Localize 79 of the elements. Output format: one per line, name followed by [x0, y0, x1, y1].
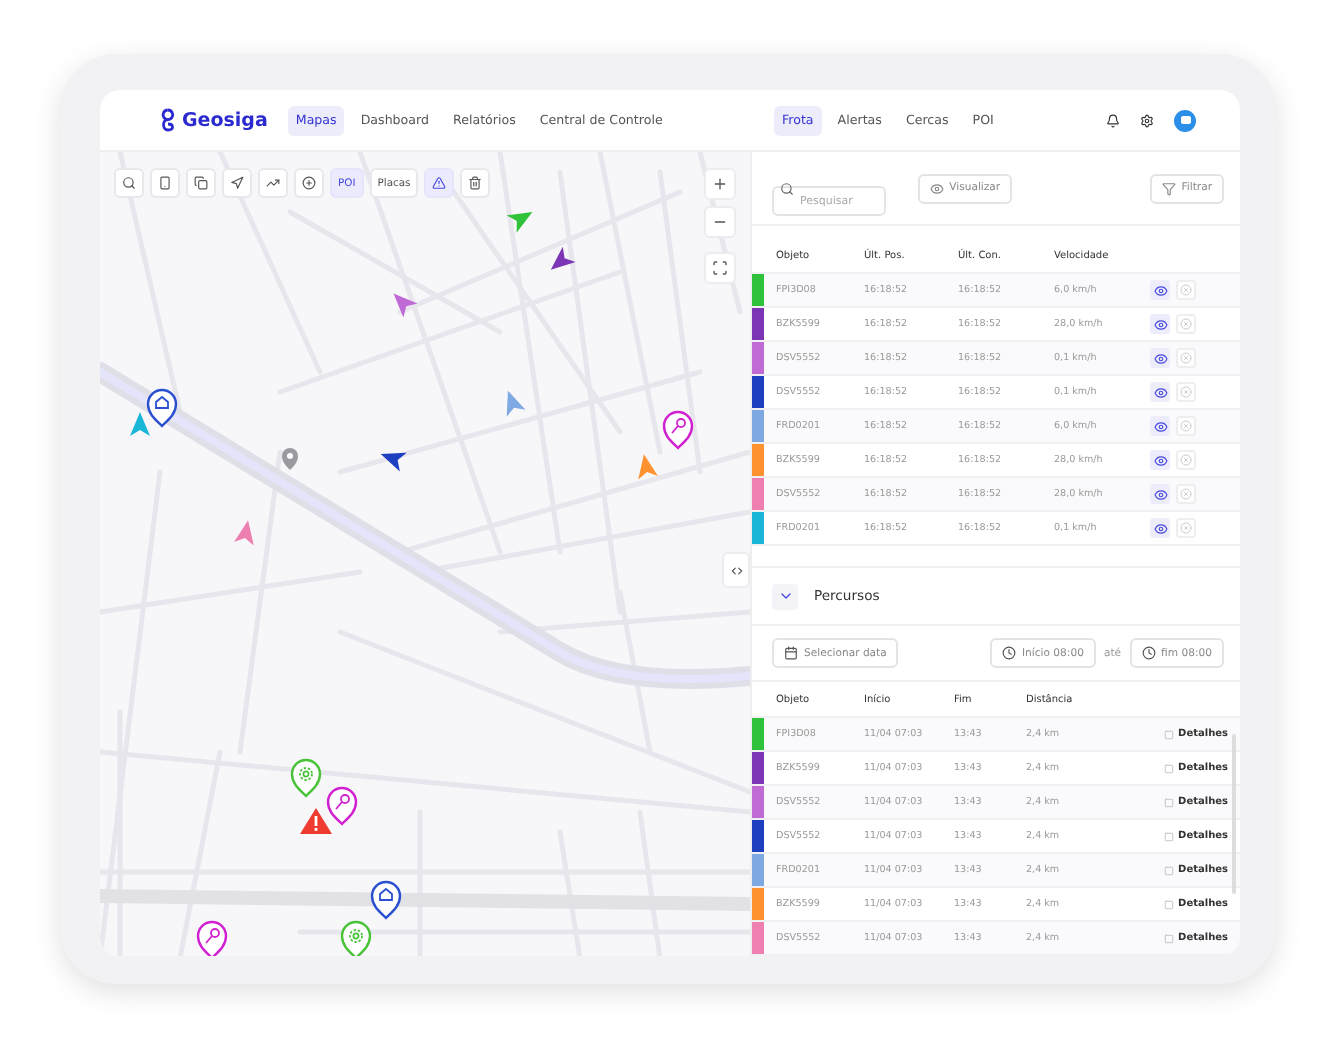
close-icon — [1180, 522, 1192, 534]
trash-icon — [468, 176, 483, 190]
zoom-in-button[interactable] — [704, 168, 736, 200]
eye-icon — [1153, 351, 1167, 365]
close-icon — [1180, 420, 1192, 432]
view-button[interactable] — [1150, 484, 1170, 504]
key-pin-icon[interactable] — [326, 786, 358, 826]
square-icon — [1164, 831, 1175, 841]
gear-pin-icon[interactable] — [290, 758, 322, 798]
plus-icon — [712, 176, 728, 192]
key-pin-icon[interactable] — [196, 920, 228, 956]
search-button[interactable] — [114, 168, 144, 198]
trend-icon — [266, 176, 280, 190]
close-icon — [1180, 284, 1192, 296]
navigation-icon — [230, 176, 244, 190]
settings-button[interactable] — [1140, 113, 1154, 127]
square-icon — [1164, 763, 1175, 773]
clock-icon — [1001, 646, 1016, 660]
search-icon — [780, 181, 794, 195]
close-icon — [1180, 386, 1192, 398]
fullscreen-icon — [712, 260, 728, 276]
trend-button[interactable] — [258, 168, 288, 198]
view-button[interactable] — [1150, 314, 1170, 334]
plus-circle-button[interactable] — [294, 168, 324, 198]
view-button[interactable] — [1150, 518, 1170, 538]
user-avatar[interactable] — [1174, 109, 1196, 131]
eye-icon — [1153, 385, 1167, 399]
close-icon — [1180, 454, 1192, 466]
square-icon — [1164, 729, 1175, 739]
scrollbar[interactable] — [1232, 734, 1236, 894]
clock-icon — [1141, 646, 1156, 660]
search-icon — [122, 176, 136, 190]
navigation-button[interactable] — [222, 168, 252, 198]
filter-icon — [1161, 181, 1176, 195]
square-icon — [1164, 933, 1175, 943]
close-icon — [1180, 318, 1192, 330]
location-pin-icon[interactable] — [282, 448, 298, 470]
brand-name: Geosiga — [182, 109, 268, 131]
view-button[interactable] — [1150, 280, 1170, 300]
square-icon — [1164, 797, 1175, 807]
eye-icon — [1153, 283, 1167, 297]
expand-toggle[interactable] — [772, 583, 798, 609]
fullscreen-button[interactable] — [704, 252, 736, 284]
settings-icon — [1140, 113, 1154, 127]
chevron-down-icon — [777, 588, 793, 604]
home-pin-icon[interactable] — [370, 880, 402, 920]
copy-button[interactable] — [186, 168, 216, 198]
square-icon — [1164, 865, 1175, 875]
vehicle-arrow-icon[interactable] — [550, 246, 576, 270]
eye-icon — [1153, 453, 1167, 467]
eye-icon — [1153, 317, 1167, 331]
key-pin-icon[interactable] — [662, 410, 694, 450]
plus-circle-icon — [302, 176, 316, 190]
warning-icon[interactable] — [300, 808, 332, 834]
vehicle-arrow-icon[interactable] — [380, 452, 407, 472]
trash-button[interactable] — [460, 168, 491, 198]
view-button[interactable] — [1150, 450, 1170, 470]
copy-icon — [194, 176, 208, 190]
warning-button[interactable] — [424, 168, 455, 198]
logo-icon — [160, 108, 176, 132]
calendar-icon — [784, 646, 798, 660]
close-icon — [1180, 488, 1192, 500]
eye-icon — [1153, 419, 1167, 433]
square-icon — [1164, 899, 1175, 909]
view-button[interactable] — [1150, 348, 1170, 368]
eye-icon — [1153, 487, 1167, 501]
home-pin-icon[interactable] — [146, 388, 178, 428]
view-button[interactable] — [1150, 382, 1170, 402]
eye-icon — [1153, 521, 1167, 535]
bell-icon — [1106, 113, 1120, 127]
close-icon — [1180, 352, 1192, 364]
chevrons-icon — [729, 563, 743, 577]
warning-icon — [432, 176, 447, 190]
phone-icon — [158, 176, 172, 190]
eye-icon — [929, 181, 944, 195]
phone-button[interactable] — [150, 168, 180, 198]
view-button[interactable] — [1150, 416, 1170, 436]
notification-button[interactable] — [1106, 113, 1120, 127]
collapse-panel-button[interactable] — [722, 552, 750, 588]
